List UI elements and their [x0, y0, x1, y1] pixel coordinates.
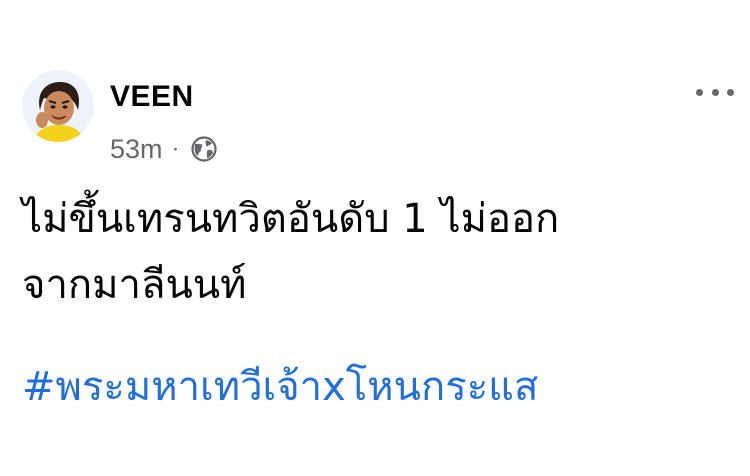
meta-separator: · [171, 135, 180, 162]
post-text: ไม่ขึ้นเทรนทวิตอันดับ 1 ไม่ออก จากมาลีนน… [22, 186, 737, 318]
author-name[interactable]: VEEN [110, 80, 194, 114]
more-dot [696, 88, 703, 96]
more-dot [711, 88, 719, 96]
more-options-icon[interactable] [696, 80, 734, 104]
author-avatar[interactable] [22, 70, 94, 142]
profile-avatar-icon [22, 70, 94, 142]
more-dot [727, 88, 734, 96]
globe-public-icon[interactable] [190, 135, 218, 163]
hashtag-link[interactable]: #พระมหาเทวีเจ้าxโหนกระแส [22, 354, 538, 420]
post-text-line: จากมาลีนนท์ [22, 262, 247, 308]
post-text-line: ไม่ขึ้นเทรนทวิตอันดับ 1 ไม่ออก [22, 196, 560, 242]
post-meta: 53m · [110, 132, 218, 166]
post-card: VEEN 53m · ไม่ขึ้นเทรนทวิตอันดับ 1 ไม่ออ… [0, 0, 750, 476]
post-timestamp[interactable]: 53m [110, 134, 163, 165]
